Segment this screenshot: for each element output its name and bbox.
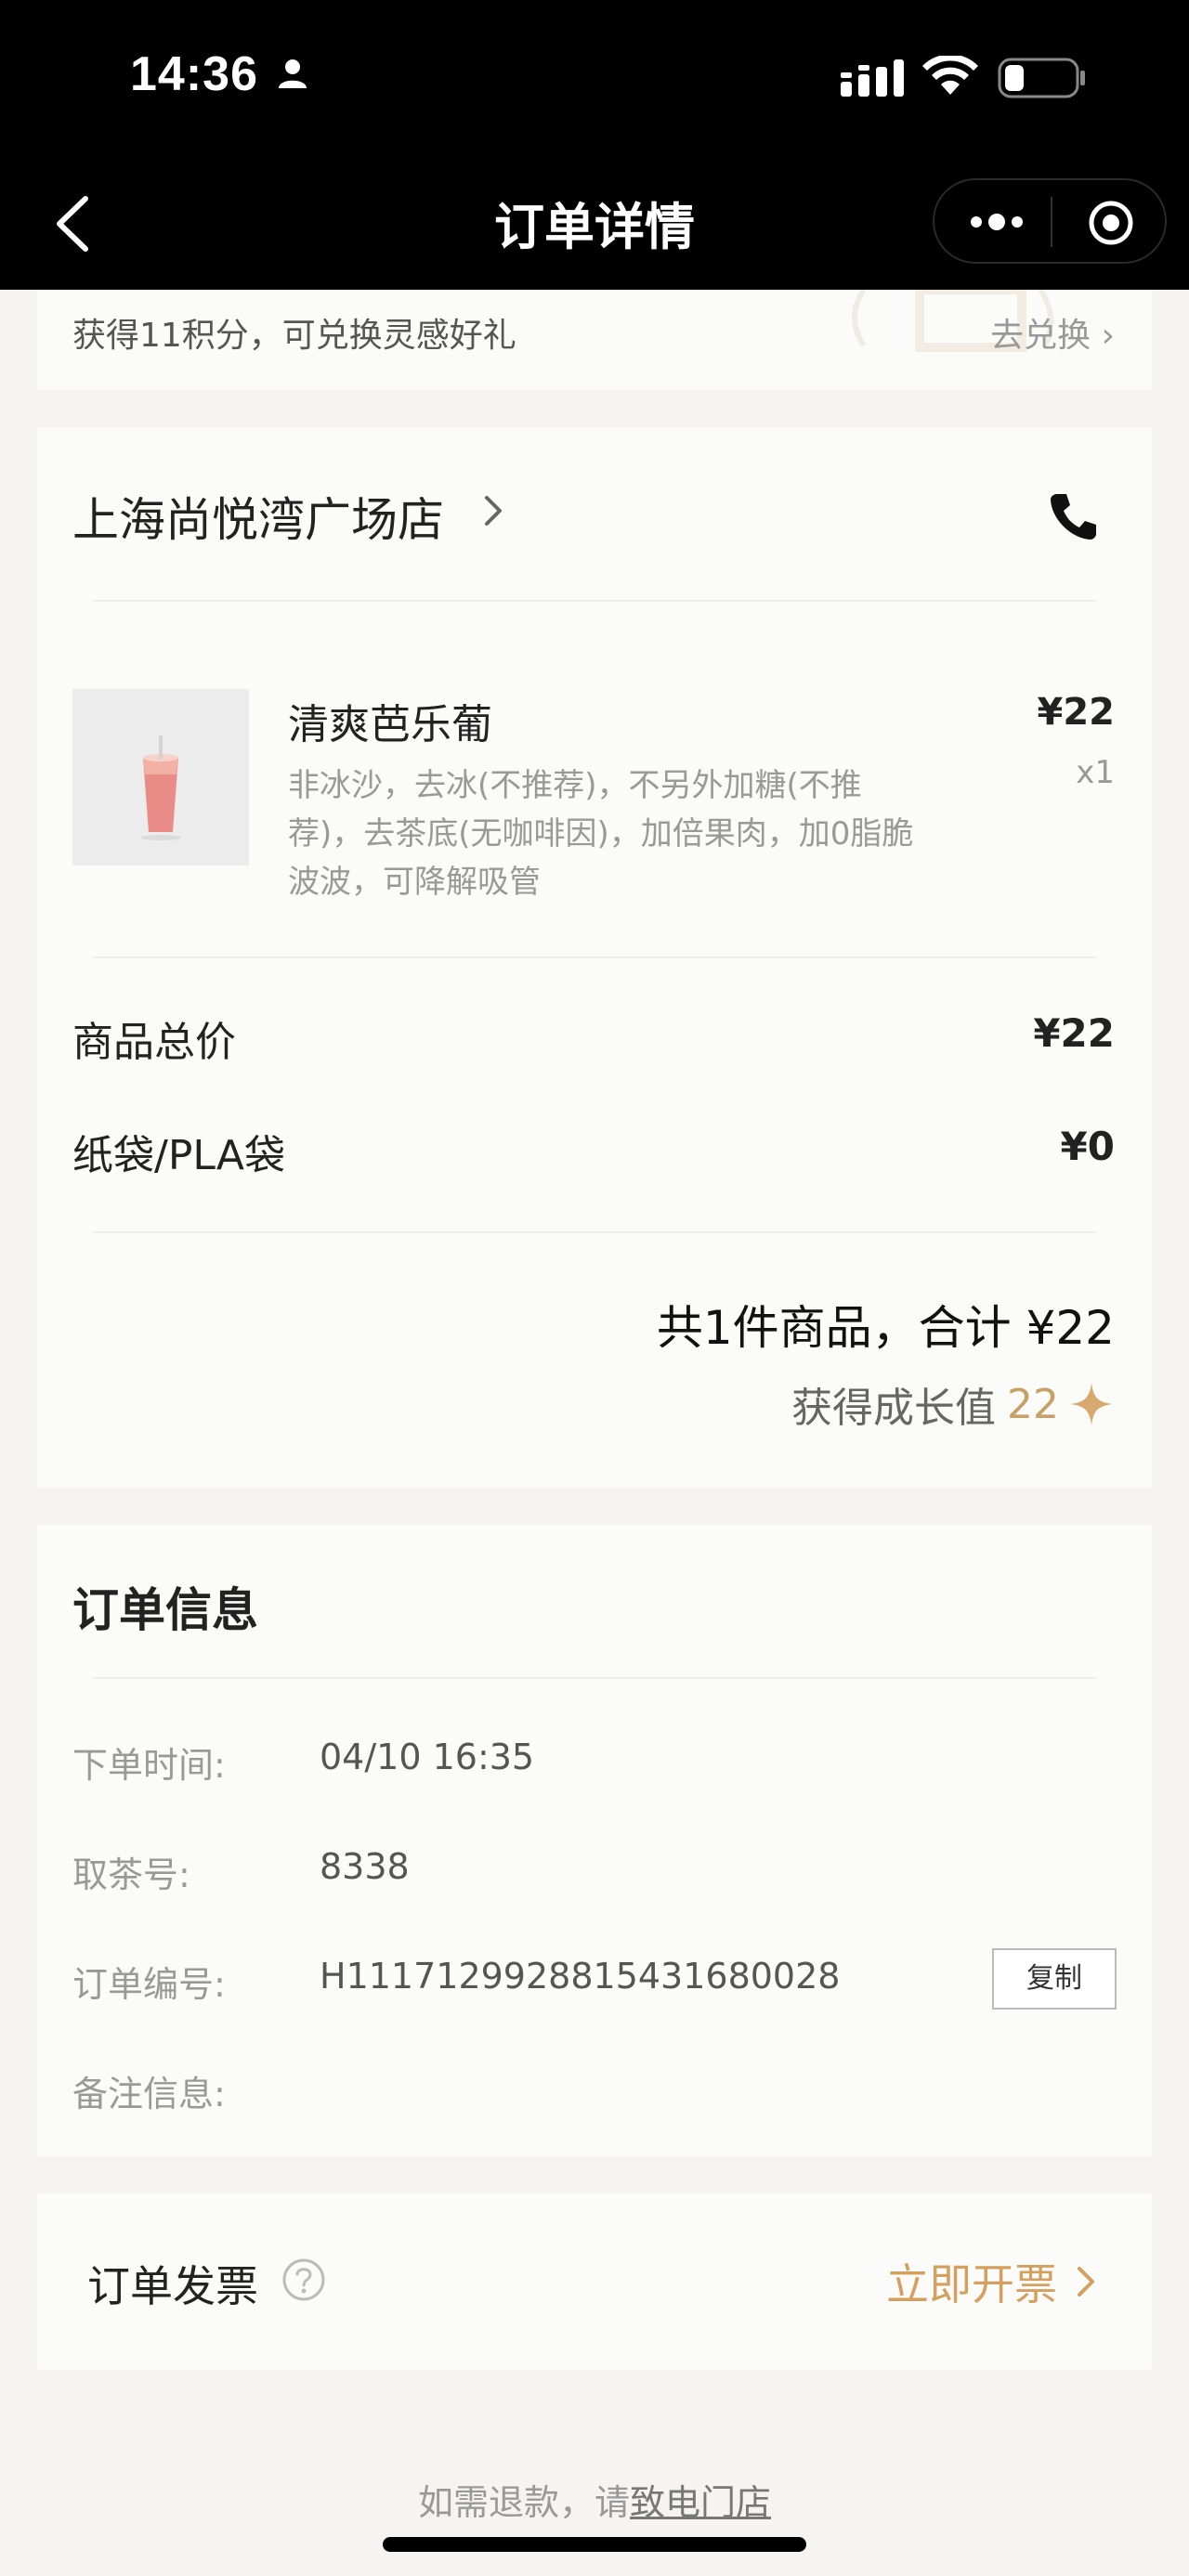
more-dots-icon[interactable] — [968, 208, 1026, 236]
redeem-link-label: 去兑换 — [990, 317, 1091, 355]
wifi-icon — [922, 56, 978, 95]
close-target-icon[interactable] — [1087, 199, 1135, 247]
chevron-right-icon: › — [1101, 317, 1115, 355]
order-summary-card: 上海尚悦湾广场店 清爽芭乐葡 ¥22 x1 非冰沙，去冰(不推荐)，不另外加糖(… — [37, 427, 1152, 1488]
product-options: 非冰沙，去冰(不推荐)，不另外加糖(不推荐)，去茶底(无咖啡因)，加倍果肉，加0… — [288, 767, 914, 901]
copy-button[interactable]: 复制 — [992, 1948, 1117, 2010]
invoice-card: 订单发票 立即开票 — [37, 2193, 1152, 2370]
home-indicator[interactable] — [383, 2537, 806, 2552]
remarks-label: 备注信息: — [72, 2074, 226, 2114]
refund-note-text: 如需退款，请 — [417, 2482, 630, 2523]
drink-cup-icon — [72, 689, 249, 865]
issue-invoice-label: 立即开票 — [886, 2259, 1057, 2309]
divider — [93, 600, 1096, 602]
order-number-value: H1117129928815431680028 — [320, 1956, 841, 1997]
divider — [93, 956, 1096, 958]
growth-points: 获得成长值 22 — [791, 1374, 1115, 1434]
order-total: 共1件商品，合计 ¥22 — [656, 1301, 1115, 1355]
subtotal-value: ¥22 — [1033, 1010, 1115, 1056]
call-store-link[interactable]: 致电门店 — [630, 2482, 771, 2523]
nav-bar: 订单详情 — [0, 158, 1189, 290]
product-quantity: x1 — [1076, 754, 1115, 791]
redeem-link[interactable]: 去兑换 › — [990, 308, 1115, 357]
phone-icon[interactable] — [1048, 490, 1100, 542]
subtotal-label: 商品总价 — [72, 1019, 236, 1066]
bag-fee-label: 纸袋/PLA袋 — [72, 1132, 285, 1179]
battery-icon — [998, 58, 1085, 98]
bag-fee-value: ¥0 — [1060, 1124, 1115, 1169]
growth-value: 22 — [1007, 1380, 1059, 1428]
issue-invoice-link[interactable]: 立即开票 — [886, 2251, 1096, 2312]
invoice-label: 订单发票 — [87, 2261, 258, 2311]
status-time: 14:36 — [130, 47, 258, 101]
order-number-label: 订单编号: — [72, 1964, 226, 2005]
product-image — [72, 689, 249, 865]
capsule-divider — [1051, 197, 1052, 247]
product-name: 清爽芭乐葡 — [288, 701, 492, 748]
pickup-number-value: 8338 — [320, 1846, 410, 1887]
order-info-card: 订单信息 下单时间: 04/10 16:35 取茶号: 8338 订单编号: H… — [37, 1525, 1152, 2156]
growth-label: 获得成长值 — [791, 1385, 996, 1432]
points-text: 获得11积分，可兑换灵感好礼 — [72, 317, 516, 355]
chevron-right-icon[interactable] — [481, 492, 505, 529]
mini-program-capsule — [933, 178, 1167, 264]
cellular-signal-icon — [841, 59, 904, 97]
order-time-label: 下单时间: — [72, 1745, 226, 1786]
divider — [93, 1231, 1096, 1233]
divider — [93, 1677, 1096, 1679]
order-info-title: 订单信息 — [72, 1583, 258, 1637]
status-bar: 14:36 — [0, 0, 1189, 158]
order-time-value: 04/10 16:35 — [320, 1737, 535, 1777]
product-price: ¥22 — [1037, 691, 1116, 734]
chevron-right-icon — [1078, 2267, 1094, 2296]
sparkle-star-icon — [1070, 1383, 1113, 1425]
person-icon — [279, 59, 307, 88]
store-name[interactable]: 上海尚悦湾广场店 — [72, 483, 444, 550]
help-question-icon[interactable] — [281, 2257, 327, 2303]
points-card: 获得11积分，可兑换灵感好礼 去兑换 › — [37, 290, 1152, 390]
refund-note: 如需退款，请致电门店 — [0, 2474, 1189, 2525]
pickup-number-label: 取茶号: — [72, 1854, 190, 1895]
